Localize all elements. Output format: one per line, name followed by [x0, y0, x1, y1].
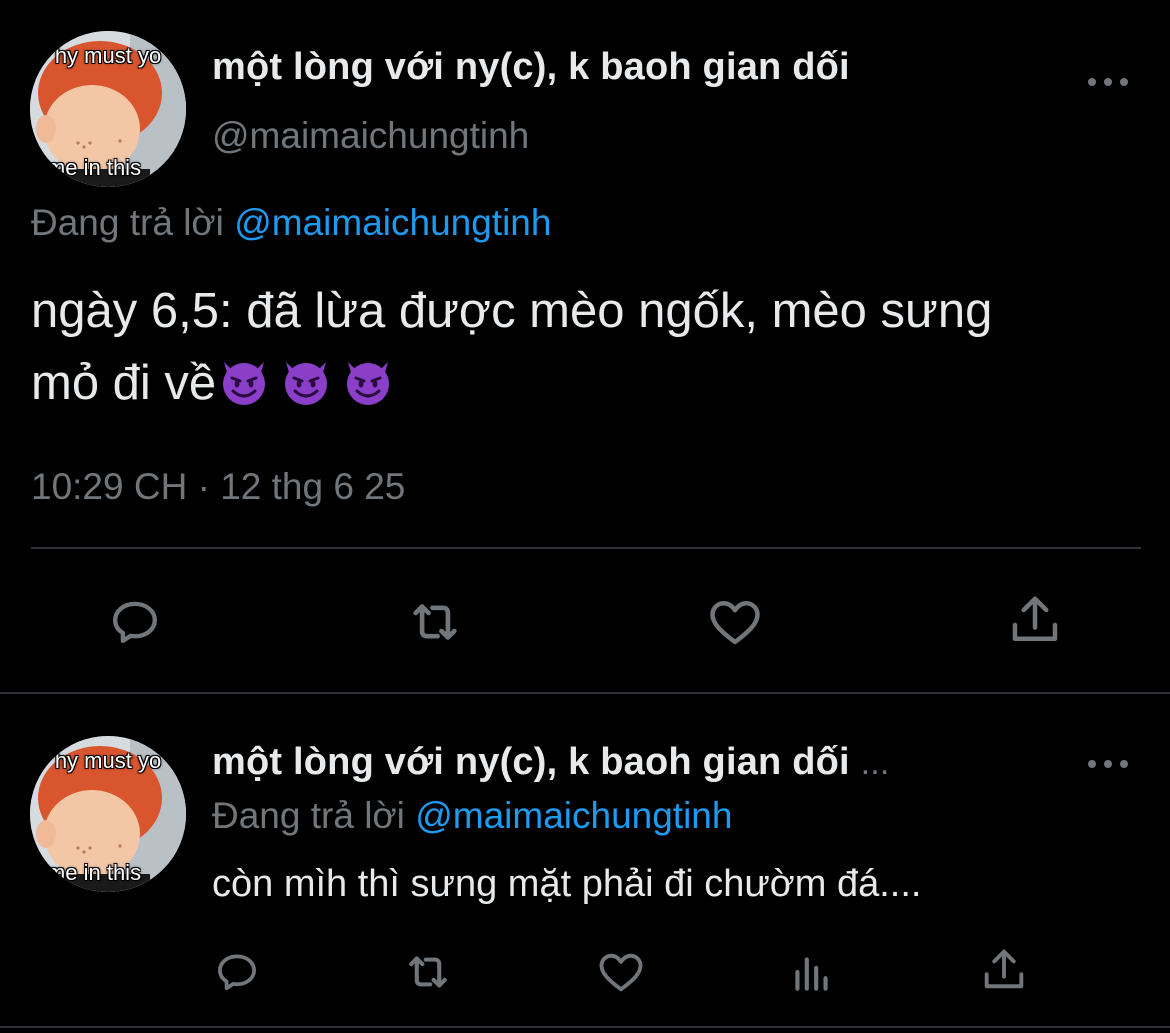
- like-button[interactable]: [700, 590, 770, 654]
- share-button[interactable]: [1000, 588, 1070, 652]
- display-name-text: một lòng với ny(c), k baoh gian dối: [212, 741, 850, 783]
- views-button[interactable]: [782, 942, 842, 1002]
- reply-icon: [113, 601, 157, 644]
- smiling-imp-emoji: [285, 362, 328, 405]
- like-icon: [710, 601, 760, 645]
- dot-icon: [1120, 760, 1128, 768]
- display-name[interactable]: một lòng với ny(c), k baoh gian dối: [212, 46, 850, 89]
- share-button[interactable]: [974, 940, 1034, 1000]
- tweet-text: còn mìh thì sưng mặt phải đi chườm đá...…: [212, 863, 922, 905]
- share-icon: [1012, 596, 1058, 641]
- dot-icon: [1088, 78, 1096, 86]
- replying-to-line: Đang trả lời @maimaichungtinh: [31, 202, 551, 244]
- divider: [31, 547, 1141, 549]
- retweet-button[interactable]: [398, 942, 458, 1002]
- replying-prefix: Đang trả lời: [212, 795, 405, 836]
- name-ellipsis: ...: [860, 744, 890, 782]
- avatar[interactable]: hy must yo me in this: [30, 31, 186, 187]
- share-icon: [984, 949, 1024, 989]
- divider: [0, 1026, 1170, 1028]
- reply-button[interactable]: [100, 590, 170, 654]
- tweet-text-line-2-text: mỏ đi về: [31, 356, 217, 410]
- avatar-caption-bottom: me in this: [46, 155, 142, 180]
- reply-button[interactable]: [207, 942, 267, 1002]
- dot-icon: [1120, 78, 1128, 86]
- dot-icon: [1104, 78, 1112, 86]
- replying-prefix: Đang trả lời: [31, 202, 224, 243]
- avatar-caption-top: hy must yo: [54, 748, 162, 773]
- retweet-icon: [413, 604, 457, 640]
- tweet-text-line-2: mỏ đi về: [31, 347, 1141, 419]
- replying-to-mention[interactable]: @maimaichungtinh: [234, 202, 551, 243]
- retweet-icon: [409, 956, 447, 988]
- replying-to-mention[interactable]: @maimaichungtinh: [415, 795, 732, 836]
- like-icon: [599, 953, 643, 992]
- smiling-imp-emoji: [347, 362, 390, 405]
- dot-icon: [1088, 760, 1096, 768]
- reply-icon: [218, 954, 256, 991]
- divider: [0, 692, 1170, 694]
- more-options-button[interactable]: [1088, 754, 1128, 774]
- tweet-text-line-1: ngày 6,5: đã lừa được mèo ngốk, mèo sưng: [31, 284, 993, 338]
- display-name[interactable]: một lòng với ny(c), k baoh gian dối ...: [212, 741, 890, 784]
- more-options-button[interactable]: [1088, 72, 1128, 92]
- handle[interactable]: @maimaichungtinh: [212, 115, 529, 157]
- retweet-button[interactable]: [400, 590, 470, 654]
- replying-to-line: Đang trả lời @maimaichungtinh: [212, 795, 732, 837]
- avatar-caption-top: hy must yo: [54, 43, 162, 68]
- smiling-imp-emoji: [223, 362, 266, 405]
- timestamp[interactable]: 10:29 CH · 12 thg 6 25: [31, 466, 405, 508]
- like-button[interactable]: [591, 942, 651, 1002]
- tweet-text: ngày 6,5: đã lừa được mèo ngốk, mèo sưng…: [31, 275, 1141, 419]
- avatar[interactable]: hy must yo me in this: [30, 736, 186, 892]
- views-icon: [795, 957, 828, 991]
- avatar-caption-bottom: me in this: [46, 860, 142, 885]
- dot-icon: [1104, 760, 1112, 768]
